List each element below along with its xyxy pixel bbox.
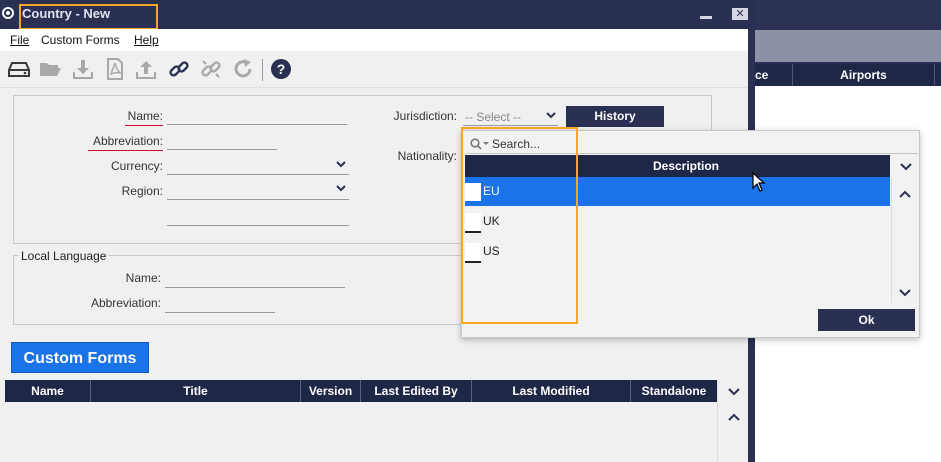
region-extra-field[interactable] [167,225,349,226]
local-abbreviation-field[interactable] [165,312,275,313]
minimize-icon[interactable] [698,8,714,22]
currency-chevron-down-icon[interactable] [336,159,346,169]
background-toolbar-strip [755,30,941,62]
local-name-label: Name: [125,271,161,285]
abbreviation-label: Abbreviation: [92,134,163,148]
abbreviation-field[interactable] [167,149,277,150]
region-label: Region: [121,184,163,198]
menu-custom-forms[interactable]: Custom Forms [41,33,120,47]
nationality-label: Nationality: [397,149,457,163]
col-header-title[interactable]: Title [91,380,301,402]
popup-chevron-down-icon[interactable] [900,161,912,171]
history-button[interactable]: History [566,106,664,127]
popup-scrollbar[interactable] [891,177,918,303]
grid-scroll-up-icon[interactable] [728,412,740,422]
menu-help-label: Help [134,33,159,47]
name-field[interactable] [167,124,347,125]
title-highlight-box [19,4,158,30]
upload-icon[interactable] [133,57,159,81]
title-bar[interactable]: Country - New ✕ [0,0,755,30]
scroll-down-icon[interactable] [899,287,911,297]
menu-bar: File Custom Forms Help [0,29,748,51]
local-language-legend: Local Language [19,249,109,263]
jurisdiction-label: Jurisdiction: [393,109,457,123]
col-header-version[interactable]: Version [301,380,361,402]
menu-help[interactable]: Help [134,33,159,47]
jurisdiction-underline [463,125,558,126]
background-grid-header: ce Airports [755,64,941,86]
custom-forms-grid-body [5,402,717,462]
scroll-up-icon[interactable] [899,189,911,199]
toolbar: ? [0,51,748,88]
drive-icon[interactable] [6,57,32,81]
col-header-name[interactable]: Name [5,380,91,402]
folder-icon[interactable] [37,57,63,81]
region-chevron-down-icon[interactable] [336,183,346,193]
mouse-cursor-icon [752,172,766,192]
col-header-last-edited-by[interactable]: Last Edited By [361,380,472,402]
abbreviation-required-marker [88,150,163,151]
close-icon[interactable]: ✕ [732,8,748,20]
custom-forms-grid-side [717,380,748,462]
name-required-marker [125,125,163,126]
help-icon-glyph: ? [277,61,286,77]
menu-file-label: File [10,33,30,47]
background-col-header[interactable]: ce [755,64,793,86]
name-label: Name: [127,109,163,123]
background-col-header-airports[interactable]: Airports [793,64,935,86]
custom-forms-button[interactable]: Custom Forms [11,342,149,373]
menu-file[interactable]: File [10,33,29,47]
help-icon[interactable]: ? [268,57,294,81]
local-abbreviation-label: Abbreviation: [90,296,161,310]
download-icon[interactable] [70,57,96,81]
local-name-field[interactable] [165,287,345,288]
refresh-icon[interactable] [230,57,256,81]
ok-button[interactable]: Ok [818,309,915,331]
toolbar-separator [262,59,263,81]
col-header-standalone[interactable]: Standalone [631,380,717,402]
currency-label: Currency: [110,159,163,173]
unlink-icon[interactable] [198,57,224,81]
jurisdiction-chevron-down-icon[interactable] [546,110,556,120]
pdf-icon[interactable] [102,57,128,81]
currency-select[interactable] [167,174,349,175]
window-app-icon [2,7,14,19]
jurisdiction-select[interactable]: -- Select -- [465,110,521,124]
link-icon[interactable] [166,57,192,81]
custom-forms-grid-header: Name Title Version Last Edited By Last M… [5,380,717,402]
region-select[interactable] [167,199,349,200]
col-header-last-modified[interactable]: Last Modified [472,380,631,402]
grid-chevron-down-icon[interactable] [728,386,740,396]
checkbox-column-highlight-box [461,127,578,324]
